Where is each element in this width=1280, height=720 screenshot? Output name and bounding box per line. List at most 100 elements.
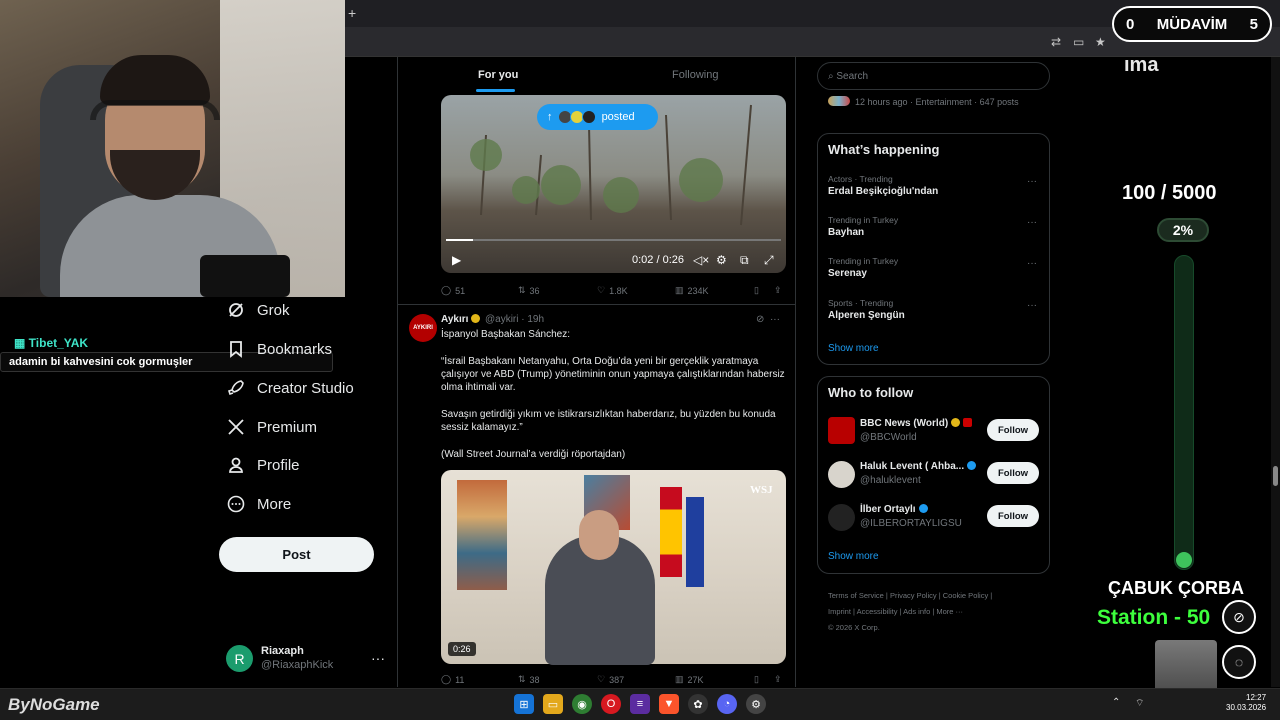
reply-action[interactable]: ◯ 11: [441, 674, 464, 685]
clock-date: 30.03.2026: [1226, 703, 1267, 712]
chat-username: ▦ Tibet_YAK: [14, 336, 89, 350]
follow-name[interactable]: İlber Ortaylı: [860, 504, 928, 515]
footer-line[interactable]: Imprint | Accessibility | Ads info | Mor…: [828, 604, 1048, 620]
scrollbar[interactable]: [1271, 57, 1280, 687]
avatar[interactable]: [828, 417, 855, 444]
post-button[interactable]: Post: [219, 537, 374, 572]
trend-context: Trending in Turkey: [828, 215, 899, 225]
pip-icon[interactable]: ⧉: [740, 253, 749, 268]
reply-icon: ◯: [441, 674, 452, 684]
more-circle-icon: [227, 495, 245, 513]
more-icon[interactable]: ···: [1027, 176, 1037, 187]
nav-label: Bookmarks: [257, 340, 333, 358]
avatar[interactable]: R: [226, 645, 253, 672]
bookmark-star-icon[interactable]: ★: [1095, 35, 1106, 49]
webcam-feed: [0, 0, 345, 297]
video-progress-fill: [446, 239, 473, 241]
discord-icon[interactable]: ◔: [717, 694, 737, 714]
avatar[interactable]: [828, 461, 855, 488]
app-icon[interactable]: ≡: [630, 694, 650, 714]
reply-action[interactable]: ◯ 51: [441, 285, 465, 296]
chatgpt-icon[interactable]: ✿: [688, 694, 708, 714]
trend-name[interactable]: Erdal Beşikçioğlu'ndan: [828, 186, 938, 197]
bookmark-icon[interactable]: ▯: [754, 674, 759, 685]
nav-bookmarks[interactable]: Bookmarks: [226, 339, 332, 359]
grok-icon[interactable]: ⊘: [1222, 600, 1256, 634]
mute-icon[interactable]: ◁×: [693, 253, 709, 267]
windows-start-icon[interactable]: ⊞: [514, 694, 534, 714]
show-more-link[interactable]: Show more: [828, 343, 879, 354]
follow-button[interactable]: Follow: [987, 419, 1039, 441]
more-icon[interactable]: ···: [1027, 300, 1037, 311]
avatar: [828, 96, 850, 106]
follow-button[interactable]: Follow: [987, 462, 1039, 484]
show-more-link[interactable]: Show more: [828, 551, 879, 562]
nav-label: Profile: [257, 456, 300, 474]
avatar[interactable]: [828, 504, 855, 531]
share-icon[interactable]: ⇪: [774, 285, 782, 296]
post-author-name[interactable]: Aykırı: [441, 314, 481, 325]
repost-icon: ⇅: [518, 674, 526, 684]
account-more-icon[interactable]: ···: [371, 650, 385, 666]
nav-profile[interactable]: Profile: [226, 455, 300, 475]
avatar[interactable]: AYKIRI: [409, 314, 437, 342]
goal-bar: [1174, 255, 1194, 570]
opera-icon[interactable]: O: [601, 694, 621, 714]
follow-button[interactable]: Follow: [987, 505, 1039, 527]
app-icon[interactable]: ⚙: [746, 694, 766, 714]
nav-premium[interactable]: Premium: [226, 417, 317, 437]
trend-name[interactable]: Bayhan: [828, 227, 864, 238]
follow-name[interactable]: BBC News (World): [860, 418, 973, 429]
tab-for-you[interactable]: For you: [478, 69, 518, 81]
chat-bubble-icon[interactable]: ◌: [1222, 645, 1256, 679]
post-actions-top: ⊘ ···: [756, 314, 780, 325]
video-progress-track[interactable]: [446, 239, 781, 241]
trend-name[interactable]: Alperen Şengün: [828, 310, 905, 321]
tray-chevron-icon[interactable]: ⌃: [1112, 697, 1120, 708]
brave-icon[interactable]: ▼: [659, 694, 679, 714]
trend-meta: 12 hours ago · Entertainment · 647 posts: [828, 96, 1019, 107]
follow-name[interactable]: Haluk Levent ( Ahba...: [860, 461, 977, 472]
like-action[interactable]: ♡ 387: [597, 674, 624, 685]
repost-action[interactable]: ⇅ 36: [518, 285, 540, 296]
post-text-line: “İsrail Başbakanı Netanyahu, Orta Doğu’d…: [441, 356, 785, 393]
footer-copyright: © 2026 X Corp.: [828, 623, 880, 632]
views-action[interactable]: ▥ 27K: [675, 674, 704, 685]
scrollbar-thumb[interactable]: [1273, 466, 1278, 486]
install-icon[interactable]: ▭: [1073, 35, 1084, 49]
views-action[interactable]: ▥ 234K: [675, 285, 709, 296]
who-to-follow-panel: Who to follow BBC News (World) @BBCWorld…: [817, 376, 1050, 574]
chrome-icon[interactable]: ◉: [572, 694, 592, 714]
share-icon[interactable]: ⇪: [774, 674, 782, 685]
file-explorer-icon[interactable]: ▭: [543, 694, 563, 714]
footer-line[interactable]: Terms of Service | Privacy Policy | Cook…: [828, 588, 1048, 604]
new-posts-pill[interactable]: ↑ posted: [537, 104, 658, 130]
mudavim-label: MÜDAVİM: [1156, 15, 1228, 33]
post-meta: @aykiri · 19h: [485, 314, 545, 325]
bookmark-icon[interactable]: ▯: [754, 285, 759, 296]
nav-more[interactable]: More: [226, 494, 291, 514]
wifi-icon[interactable]: ⌔: [1135, 697, 1144, 710]
more-icon[interactable]: ···: [770, 314, 780, 325]
grok-icon[interactable]: ⊘: [756, 314, 764, 325]
clock-time: 12:27: [1246, 693, 1267, 702]
new-tab-button[interactable]: +: [348, 5, 356, 21]
post-text-line: İspanyol Başbakan Sánchez:: [441, 329, 570, 340]
tab-following[interactable]: Following: [672, 69, 718, 81]
fullscreen-icon[interactable]: ⤢: [764, 253, 774, 268]
nav-creator-studio[interactable]: Creator Studio: [226, 378, 354, 398]
taskbar-clock[interactable]: 12:27 30.03.2026: [1226, 693, 1266, 713]
more-icon[interactable]: ···: [1027, 258, 1037, 269]
like-action[interactable]: ♡ 1.8K: [597, 285, 628, 296]
settings-icon[interactable]: ⚙: [716, 253, 727, 267]
footer-links: Terms of Service | Privacy Policy | Cook…: [828, 588, 1048, 636]
search-input[interactable]: ⌕ Search: [817, 62, 1050, 90]
post-divider: [398, 304, 795, 305]
trend-name[interactable]: Serenay: [828, 268, 867, 279]
grok-icon: [229, 303, 243, 317]
play-icon[interactable]: ▶: [452, 253, 461, 267]
translate-icon[interactable]: ⇄: [1051, 35, 1061, 49]
nav-grok[interactable]: Grok: [226, 300, 290, 320]
more-icon[interactable]: ···: [1027, 217, 1037, 228]
repost-action[interactable]: ⇅ 38: [518, 674, 540, 685]
